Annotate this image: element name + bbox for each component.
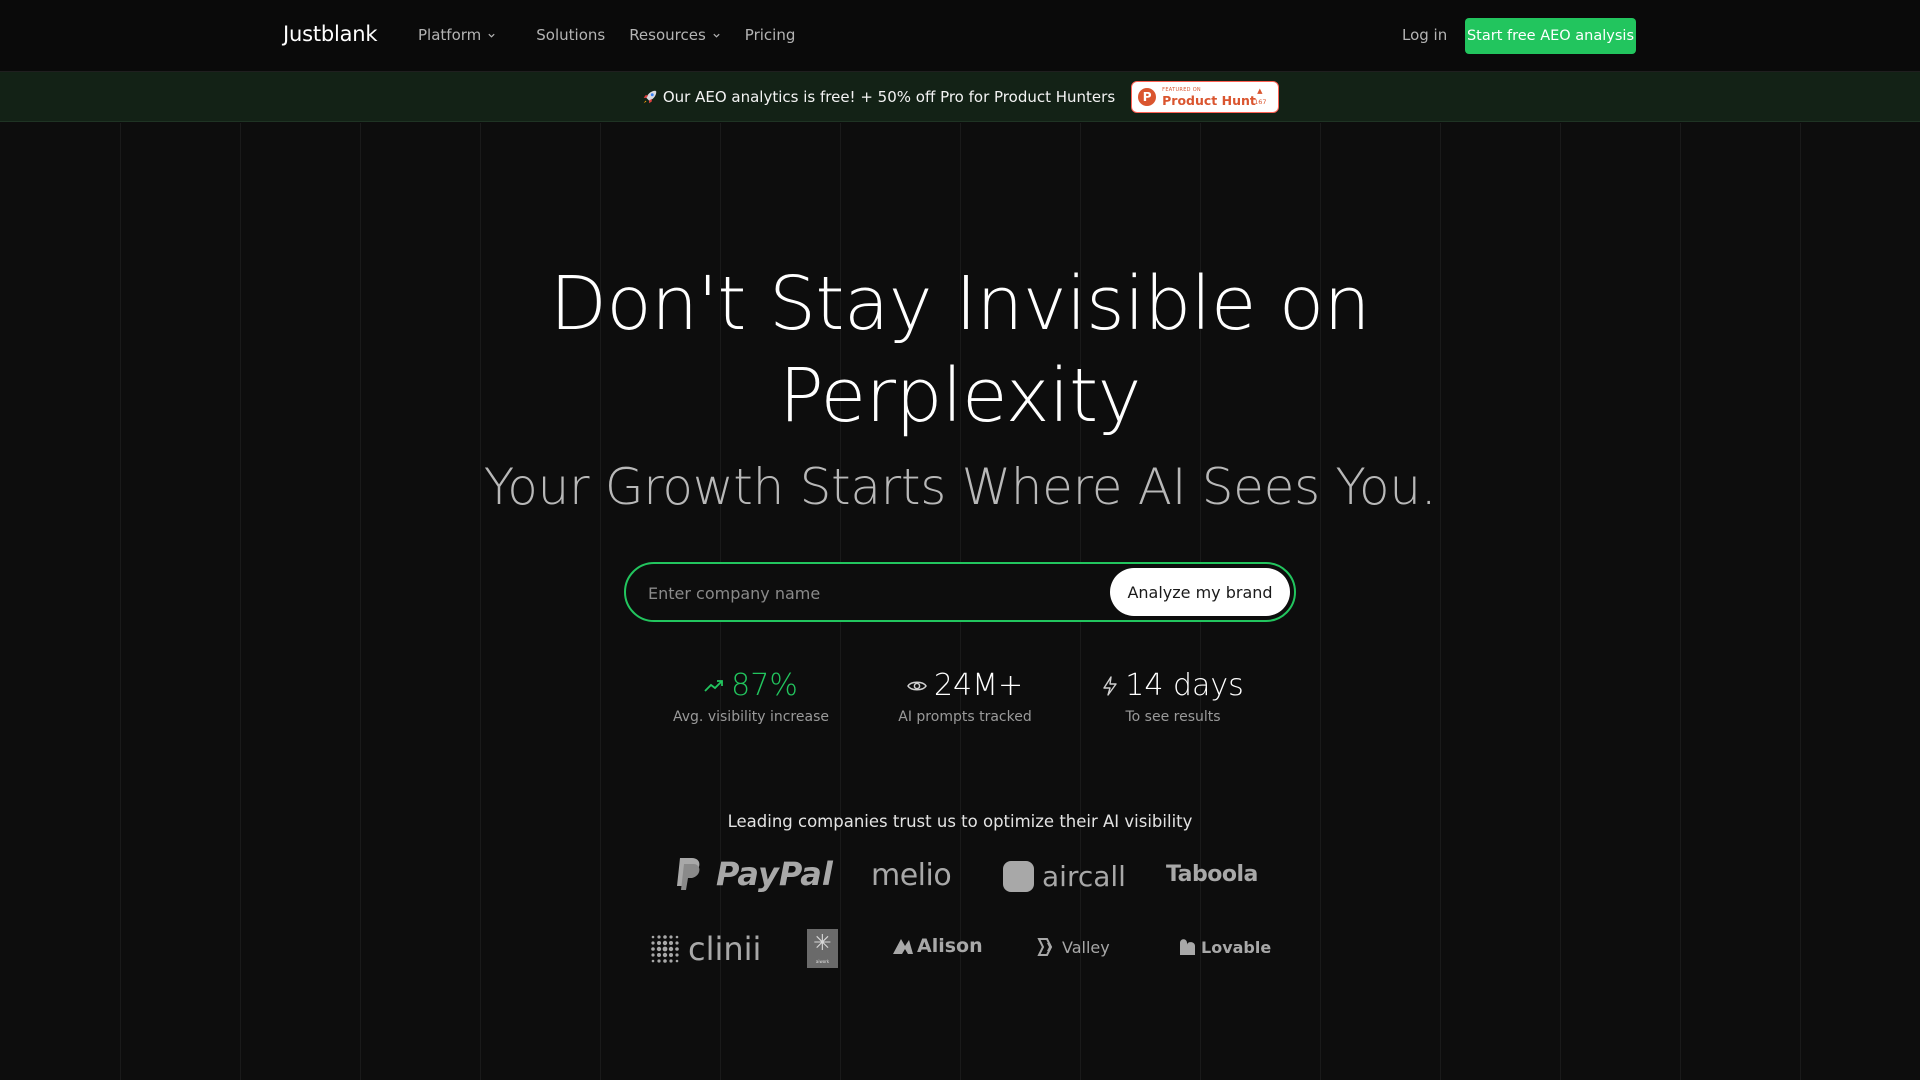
promo-banner: Our AEO analytics is free! + 50% off Pro… — [0, 72, 1920, 122]
ph-name: Product Hunt — [1162, 92, 1256, 108]
valley-mark-icon — [1037, 938, 1053, 956]
alison-wordmark: Alison — [917, 935, 983, 957]
nav-platform-label: Platform — [418, 26, 482, 44]
product-hunt-badge[interactable]: P FEATURED ON Product Hunt ▲ 167 — [1131, 80, 1280, 113]
valley-wordmark: Valley — [1062, 937, 1110, 957]
trust-text: Leading companies trust us to optimize t… — [727, 812, 1193, 831]
trending-up-icon — [704, 679, 724, 692]
valley-logo: Valley — [1037, 937, 1110, 957]
hero-title-line2: Perplexity — [779, 353, 1141, 439]
paypal-wordmark: PayPal — [716, 855, 833, 893]
clinii-wordmark: clinii — [688, 930, 762, 968]
banner-text: Our AEO analytics is free! + 50% off Pro… — [662, 87, 1116, 106]
aiwork-logo: ✳ aiwork — [807, 929, 838, 968]
nav-solutions-label: Solutions — [536, 26, 606, 44]
asterisk-icon: ✳ — [813, 931, 832, 956]
aircall-mark-icon — [1003, 861, 1034, 892]
lovable-wordmark: Lovable — [1201, 937, 1272, 957]
paypal-mark-icon — [677, 858, 700, 890]
company-search-form: Analyze my brand — [624, 562, 1296, 622]
chevron-down-icon — [713, 33, 720, 38]
stat-days: 14 days To see results — [1093, 668, 1253, 725]
aiwork-wordmark: aiwork — [815, 959, 830, 964]
banner-message: Our AEO analytics is free! + 50% off Pro… — [641, 88, 1115, 106]
landing-page: Justblank Platform Solutions Resources P… — [0, 0, 1920, 1080]
stat-value: 24M+ — [933, 668, 1024, 703]
upvote-arrow-icon: ▲ — [1257, 86, 1263, 95]
aircall-wordmark: aircall — [1042, 860, 1126, 893]
main-nav: Platform Solutions Resources Pricing — [418, 26, 795, 44]
start-analysis-button[interactable]: Start free AEO analysis — [1465, 18, 1636, 54]
lovable-mark-icon — [1180, 939, 1195, 955]
clinii-logo: clinii — [648, 930, 761, 968]
nav-platform[interactable]: Platform — [418, 26, 496, 44]
nav-resources[interactable]: Resources — [629, 26, 721, 44]
ph-upvote-count: 167 — [1254, 97, 1267, 106]
product-hunt-logo-icon: P — [1138, 87, 1157, 106]
company-name-input[interactable] — [648, 578, 1088, 608]
stat-label: Avg. visibility increase — [673, 709, 829, 725]
nav-resources-label: Resources — [629, 26, 706, 44]
hero-title: Don't Stay Invisible on Perplexity — [0, 258, 1920, 442]
eye-icon — [907, 681, 927, 690]
analyze-brand-button[interactable]: Analyze my brand — [1110, 568, 1290, 616]
taboola-logo: Taboola — [1166, 862, 1258, 887]
stat-label: AI prompts tracked — [898, 709, 1032, 725]
hero-title-line1: Don't Stay Invisible on — [549, 261, 1371, 347]
aircall-logo: aircall — [1003, 860, 1126, 893]
chevron-down-icon — [488, 33, 495, 38]
alison-logo: Alison — [892, 935, 983, 957]
site-logo[interactable]: Justblank — [283, 22, 378, 46]
rocket-icon — [643, 90, 657, 103]
top-navbar: Justblank Platform Solutions Resources P… — [0, 0, 1920, 72]
stat-value: 14 days — [1125, 668, 1244, 703]
paypal-logo: PayPal — [674, 855, 833, 893]
stat-value: 87% — [731, 668, 798, 703]
hero-subtitle: Your Growth Starts Where AI Sees You. — [483, 458, 1437, 516]
nav-solutions[interactable]: Solutions — [536, 26, 605, 44]
stat-visibility: 87% Avg. visibility increase — [671, 668, 831, 725]
login-link[interactable]: Log in — [1402, 26, 1447, 44]
alison-mark-icon — [893, 939, 913, 954]
stat-prompts: 24M+ AI prompts tracked — [885, 668, 1045, 725]
nav-pricing[interactable]: Pricing — [745, 26, 796, 44]
stat-label: To see results — [1125, 709, 1221, 725]
dots-mark-icon — [651, 935, 679, 963]
melio-logo: melio — [871, 858, 952, 893]
lightning-icon — [1103, 675, 1117, 696]
nav-pricing-label: Pricing — [744, 26, 796, 44]
lovable-logo: Lovable — [1178, 937, 1271, 957]
